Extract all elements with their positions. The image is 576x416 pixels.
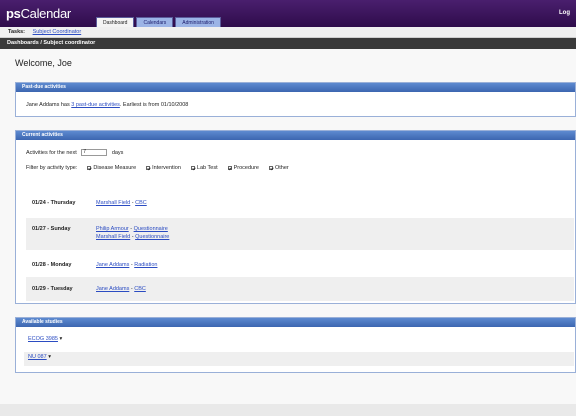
- activity-item: Jane Addams - CBC: [96, 286, 146, 292]
- available-studies-title: Available studies: [16, 318, 575, 327]
- activity-link[interactable]: Questionnaire: [134, 226, 168, 232]
- available-studies-panel: Available studies ECOG 3985 ▾ NU 087 ▾: [15, 317, 576, 373]
- filter-lab-test[interactable]: Lab Test: [190, 164, 218, 173]
- days-input[interactable]: 7: [81, 149, 108, 157]
- past-due-title: Past-due activities: [16, 83, 575, 92]
- activity-item: Philip Armour - Questionnaire: [96, 226, 168, 232]
- past-due-body: Jane Addams has 3 past-due activities. E…: [16, 92, 575, 118]
- activity-link[interactable]: Questionnaire: [135, 234, 169, 240]
- main-content: Welcome, Joe Past-due activities Jane Ad…: [0, 49, 576, 404]
- activity-link[interactable]: CBC: [134, 286, 146, 292]
- study-row: ECOG 3985 ▾: [24, 334, 574, 346]
- activity-day-row: 01/28 - Monday Jane Addams - Radiation: [26, 256, 574, 274]
- role-link[interactable]: Subject Coordinator: [33, 29, 82, 35]
- logout-link[interactable]: Log: [559, 10, 570, 16]
- activity-link[interactable]: Radiation: [134, 262, 157, 268]
- activity-items: Jane Addams - CBC: [96, 285, 146, 293]
- tab-calendars[interactable]: Calendars: [136, 17, 174, 27]
- past-due-prefix: Jane Addams has: [26, 102, 72, 108]
- study-link[interactable]: ECOG 3985: [28, 336, 58, 342]
- past-due-suffix: . Earliest is from 01/10/2008: [119, 102, 189, 108]
- app-logo[interactable]: psCalendar: [6, 6, 71, 21]
- study-link[interactable]: NU 087: [28, 354, 47, 360]
- tab-administration[interactable]: Administration: [175, 17, 221, 27]
- filter-procedure[interactable]: Procedure: [227, 164, 259, 173]
- filter-label: Filter by activity type:: [26, 165, 78, 171]
- past-due-panel: Past-due activities Jane Addams has 3 pa…: [15, 82, 576, 117]
- activity-day-row: 01/24 - Thursday Marshall Field - CBC: [26, 195, 574, 211]
- activity-date: 01/27 - Sunday: [32, 226, 71, 232]
- filter-intervention-label: Intervention: [152, 165, 181, 171]
- activity-day-row: 01/27 - Sunday Philip Armour - Questionn…: [26, 218, 574, 250]
- footer: [0, 404, 576, 416]
- logo-rest: Calendar: [20, 6, 72, 21]
- checkbox-icon[interactable]: [87, 165, 92, 170]
- tab-dashboard[interactable]: Dashboard: [96, 17, 135, 27]
- main-tabs: Dashboard Calendars Administration: [96, 17, 221, 27]
- subject-link[interactable]: Jane Addams: [96, 286, 129, 292]
- activity-date: 01/24 - Thursday: [32, 200, 76, 206]
- role-bar: Tasks: Subject Coordinator: [0, 27, 576, 38]
- logo-bold: ps: [6, 6, 21, 21]
- welcome-text: Welcome, Joe: [15, 58, 72, 68]
- study-row: NU 087 ▾: [24, 352, 574, 366]
- checkbox-icon[interactable]: [146, 165, 151, 170]
- range-prefix: Activities for the next: [26, 150, 77, 156]
- filter-row: Filter by activity type: Disease Measure…: [26, 164, 565, 173]
- activity-item: Marshall Field - CBC: [96, 200, 147, 206]
- activity-item: Jane Addams - Radiation: [96, 262, 158, 268]
- filter-lab-test-label: Lab Test: [196, 165, 218, 171]
- role-label: Tasks:: [8, 29, 26, 35]
- filter-disease-measure[interactable]: Disease Measure: [87, 164, 136, 173]
- checkbox-icon[interactable]: [227, 165, 232, 170]
- activity-link[interactable]: CBC: [135, 200, 147, 206]
- activity-items: Jane Addams - Radiation: [96, 261, 157, 269]
- breadcrumb: Dashboards / Subject coordinator: [0, 38, 576, 49]
- filter-other-label: Other: [275, 165, 289, 171]
- top-bar: psCalendar Dashboard Calendars Administr…: [0, 0, 576, 27]
- activity-items: Philip Armour - Questionnaire Marshall F…: [96, 225, 169, 241]
- range-row: Activities for the next 7 days: [26, 149, 565, 158]
- checkbox-icon[interactable]: [190, 165, 195, 170]
- current-activities-controls: Activities for the next 7 days Filter by…: [16, 140, 575, 181]
- activity-day-row: 01/29 - Tuesday Jane Addams - CBC: [26, 277, 574, 301]
- subject-link[interactable]: Philip Armour: [96, 226, 129, 232]
- current-activities-title: Current activities: [16, 131, 575, 140]
- activity-date: 01/29 - Tuesday: [32, 286, 73, 292]
- filter-disease-measure-label: Disease Measure: [93, 165, 137, 171]
- expand-arrow-icon[interactable]: ▾: [48, 354, 51, 360]
- current-activities-panel: Current activities Activities for the ne…: [15, 130, 576, 304]
- activity-item: Marshall Field - Questionnaire: [96, 234, 170, 240]
- subject-link[interactable]: Jane Addams: [96, 262, 129, 268]
- activity-items: Marshall Field - CBC: [96, 199, 147, 207]
- activity-date: 01/28 - Monday: [32, 262, 72, 268]
- filter-other[interactable]: Other: [269, 164, 289, 173]
- checkbox-icon[interactable]: [269, 165, 273, 170]
- past-due-link[interactable]: 3 past-due activities: [71, 102, 120, 108]
- subject-link[interactable]: Marshall Field: [96, 200, 130, 206]
- filter-procedure-label: Procedure: [233, 165, 259, 171]
- range-suffix: days: [111, 150, 124, 156]
- subject-link[interactable]: Marshall Field: [96, 234, 130, 240]
- expand-arrow-icon[interactable]: ▾: [60, 336, 63, 342]
- filter-intervention[interactable]: Intervention: [146, 164, 181, 173]
